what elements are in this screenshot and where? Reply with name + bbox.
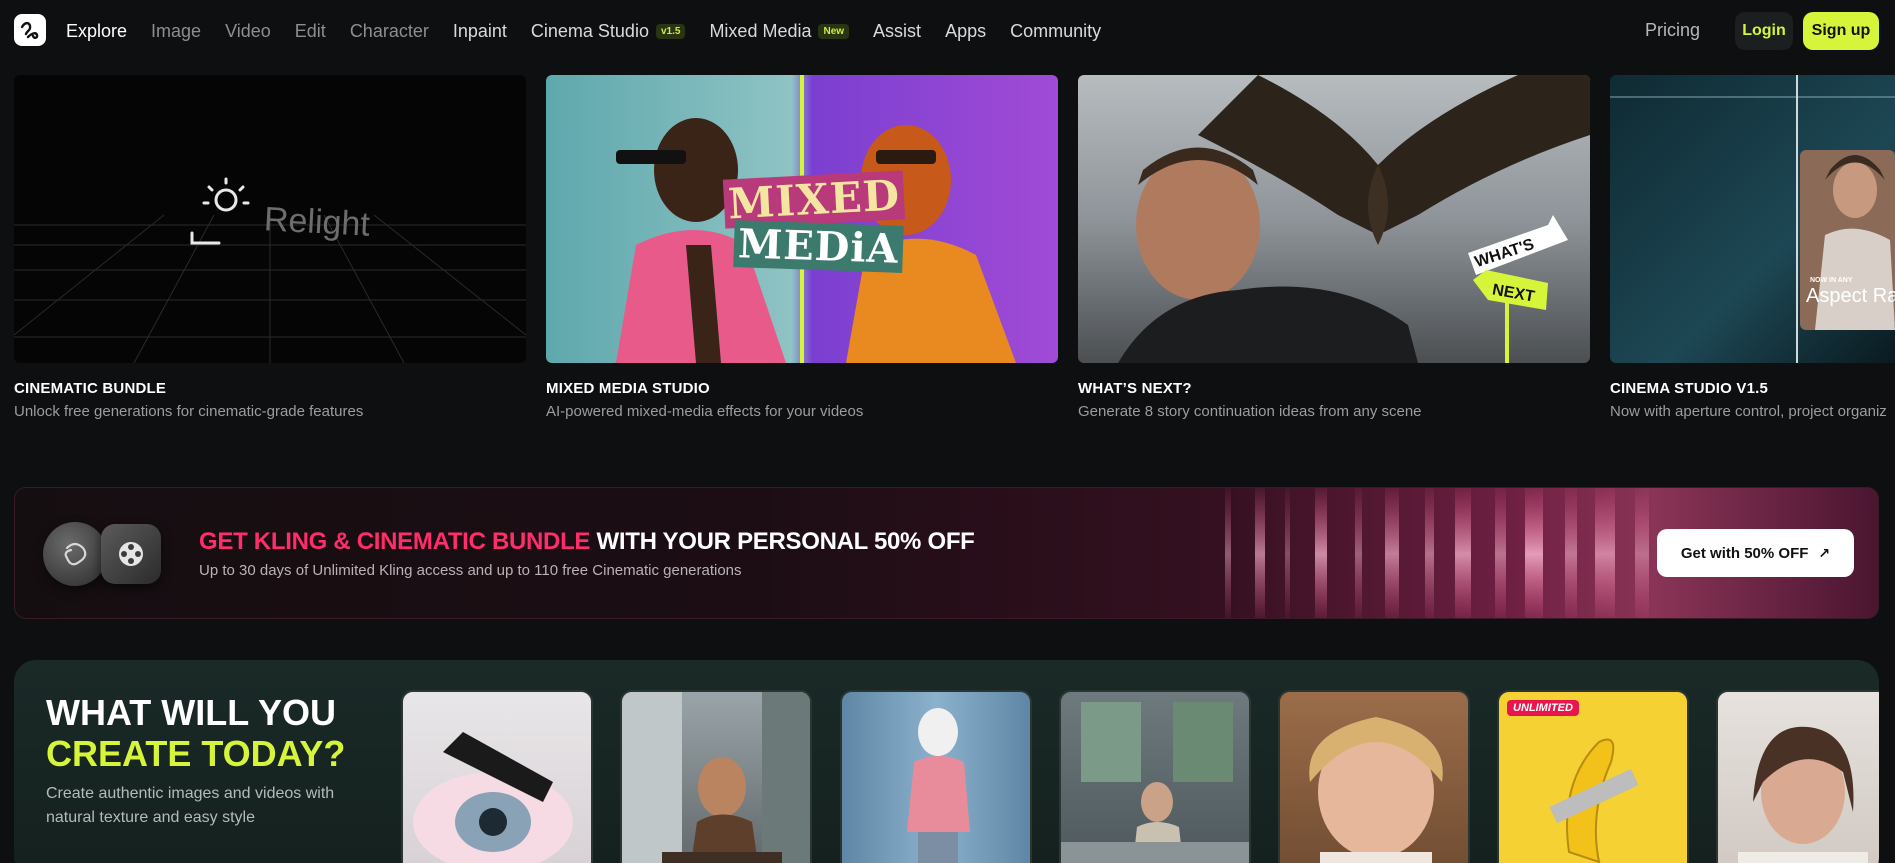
create-subtitle: Create authentic images and videos with …	[46, 785, 335, 826]
template-thumbnail[interactable]	[1278, 690, 1470, 863]
feature-card-mixed-media[interactable]: MIXED MEDiA MIXED MEDIA STUDIO AI-powere…	[546, 75, 1058, 420]
nav-link-explore[interactable]: Explore	[66, 21, 127, 42]
template-thumbnail[interactable]: UNLIMITED	[1497, 690, 1689, 863]
nav-link-label: Mixed Media	[709, 20, 812, 41]
nav-link-video[interactable]: Video	[225, 21, 271, 42]
card-image-whats-next[interactable]: WHAT'S NEXT	[1078, 75, 1590, 363]
template-thumbnail[interactable]	[1716, 690, 1879, 863]
nav-link-label: Community	[1010, 20, 1102, 41]
card-image-mixed-media[interactable]: MIXED MEDiA	[546, 75, 1058, 363]
card-subtitle: Now with aperture control, project organ…	[1610, 403, 1887, 420]
get-discount-label: Get with 50% OFF	[1680, 544, 1809, 562]
nav-links: Explore Image Video Edit Character Inpaint Cin…	[66, 0, 1125, 62]
template-thumbnail[interactable]	[1059, 690, 1251, 863]
template-thumbnail[interactable]	[401, 690, 593, 863]
card-title: CINEMATIC BUNDLE	[14, 380, 167, 397]
top-navigation: Explore Image Video Edit Character Inpaint Cin…	[0, 0, 1895, 62]
nav-link-mixed-media[interactable]: Mixed Media New	[709, 20, 850, 42]
nav-link-label: Explore	[66, 20, 128, 41]
card-title: WHAT’S NEXT?	[1078, 380, 1192, 397]
nav-link-edit[interactable]: Edit	[295, 21, 326, 42]
nav-link-character[interactable]: Character	[350, 21, 429, 42]
unlimited-badge: UNLIMITED	[1507, 700, 1579, 716]
nav-link-apps[interactable]: Apps	[945, 21, 986, 42]
nav-link-label: Edit	[294, 20, 326, 41]
banner-title: GET KLING & CINEMATIC BUNDLE WITH YOUR P…	[199, 528, 975, 556]
card-subtitle: AI-powered mixed-media effects for your …	[546, 403, 864, 420]
create-heading: WHAT WILL YOU CREATE TODAY?	[46, 692, 345, 774]
kling-icon	[43, 522, 107, 586]
card-subtitle: Generate 8 story continuation ideas from…	[1078, 403, 1422, 420]
nav-link-inpaint[interactable]: Inpaint	[453, 21, 507, 42]
card-title: MIXED MEDIA STUDIO	[546, 380, 710, 397]
arrow-up-right-icon: ↗	[1818, 544, 1831, 561]
create-heading-line2: CREATE TODAY?	[46, 733, 346, 774]
nav-link-label: Cinema Studio	[530, 20, 649, 41]
now-in-any-text: NOW IN ANY	[1810, 277, 1853, 284]
relight-text: Relight	[263, 200, 371, 244]
card-image-relight[interactable]: Relight	[14, 75, 526, 363]
nav-link-label: Image	[151, 20, 202, 41]
feature-card-cinema-studio[interactable]: NOW IN ANY Aspect Ra CINEMA STUDIO V1.5 …	[1610, 75, 1895, 420]
nav-link-label: Apps	[945, 20, 987, 41]
nav-tag-badge: v1.5	[655, 23, 686, 39]
nav-link-assist[interactable]: Assist	[873, 21, 921, 42]
logo-icon[interactable]	[14, 14, 46, 46]
create-heading-line1: WHAT WILL YOU	[46, 692, 336, 733]
card-image-cinema-studio[interactable]: NOW IN ANY Aspect Ra	[1610, 75, 1895, 363]
nav-link-image[interactable]: Image	[151, 21, 201, 42]
banner-subtitle: Up to 30 days of Unlimited Kling access …	[199, 562, 742, 579]
feature-card-cinematic-bundle[interactable]: Relight CINEMATIC BUNDLE Unlock free gen…	[14, 75, 526, 420]
banner-app-icons	[43, 520, 173, 588]
get-discount-button[interactable]: Get with 50% OFF ↗	[1657, 529, 1854, 577]
media-text: MEDiA	[733, 220, 904, 273]
nav-link-label: Character	[349, 20, 429, 41]
nav-link-label: Inpaint	[452, 20, 507, 41]
login-button[interactable]: Login	[1735, 12, 1793, 50]
nav-link-label: Assist	[873, 20, 922, 41]
signup-button[interactable]: Sign up	[1803, 12, 1879, 50]
create-section: WHAT WILL YOU CREATE TODAY? Create authe…	[14, 660, 1879, 863]
template-thumbnail[interactable]	[840, 690, 1032, 863]
nav-link-community[interactable]: Community	[1010, 21, 1101, 42]
banner-title-rest: WITH YOUR PERSONAL 50% OFF	[590, 528, 975, 555]
promo-banner[interactable]: GET KLING & CINEMATIC BUNDLE WITH YOUR P…	[14, 487, 1879, 619]
film-reel-icon	[101, 524, 161, 584]
nav-tag-badge: New	[818, 23, 850, 39]
feature-card-whats-next[interactable]: WHAT'S NEXT WHAT’S NEXT? Generate 8 stor…	[1078, 75, 1590, 420]
template-thumbnail[interactable]	[620, 690, 812, 863]
nav-link-cinema-studio[interactable]: Cinema Studio v1.5	[531, 21, 686, 42]
banner-title-highlight: GET KLING & CINEMATIC BUNDLE	[199, 528, 591, 555]
aspect-ratio-text: Aspect Ra	[1806, 285, 1895, 307]
card-title: CINEMA STUDIO V1.5	[1610, 380, 1769, 397]
card-subtitle: Unlock free generations for cinematic-gr…	[14, 403, 364, 420]
pricing-link[interactable]: Pricing	[1645, 20, 1700, 41]
nav-link-label: Video	[225, 20, 271, 41]
